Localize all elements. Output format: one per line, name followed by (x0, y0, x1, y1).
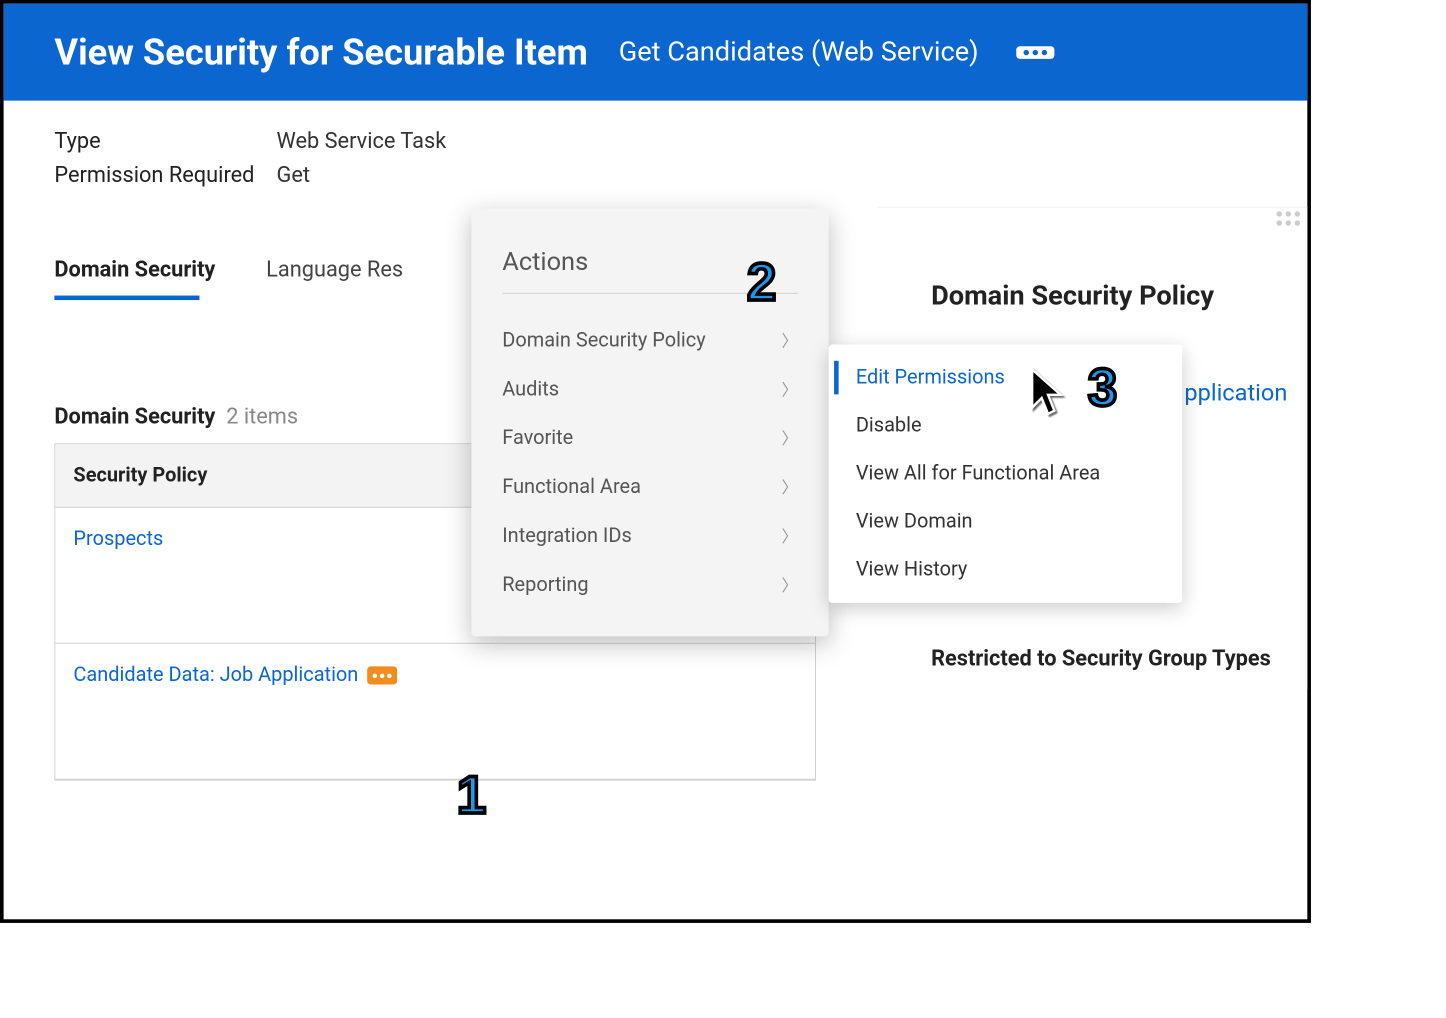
policy-link-candidate-data[interactable]: Candidate Data: Job Application (73, 664, 358, 687)
page-subtitle: Get Candidates (Web Service) (619, 36, 979, 68)
chevron-right-icon: 〉 (781, 377, 797, 401)
actions-popover: Actions Domain Security Policy 〉 Audits … (471, 209, 828, 637)
popover-title: Actions (502, 247, 798, 294)
header-actions-button[interactable] (1017, 46, 1055, 59)
popover-item-label: Functional Area (502, 476, 641, 499)
field-type-value: Web Service Task (277, 128, 447, 153)
submenu-item-view-domain[interactable]: View Domain (829, 498, 1183, 546)
popover-item-audits[interactable]: Audits 〉 (502, 364, 798, 413)
field-type: Type Web Service Task (54, 128, 1256, 153)
chevron-right-icon: 〉 (781, 524, 797, 548)
section-count: 2 items (226, 403, 298, 428)
chevron-right-icon: 〉 (781, 328, 797, 352)
field-permission-value: Get (277, 162, 310, 187)
popover-item-functional-area[interactable]: Functional Area 〉 (502, 462, 798, 511)
popover-item-label: Domain Security Policy (502, 329, 705, 352)
section-title: Domain Security (54, 403, 215, 428)
actions-submenu: Edit Permissions Disable View All for Fu… (829, 345, 1183, 603)
table-row: Candidate Data: Job Application (55, 644, 815, 780)
submenu-item-view-history[interactable]: View History (829, 546, 1183, 594)
chevron-right-icon: 〉 (781, 426, 797, 450)
chevron-right-icon: 〉 (781, 573, 797, 597)
drag-handle-icon[interactable] (1276, 211, 1300, 226)
popover-item-label: Integration IDs (502, 524, 631, 547)
popover-item-domain-security-policy[interactable]: Domain Security Policy 〉 (502, 315, 798, 364)
popover-item-reporting[interactable]: Reporting 〉 (502, 560, 798, 609)
popover-item-label: Favorite (502, 427, 573, 450)
field-permission-label: Permission Required (54, 162, 276, 187)
popover-item-label: Audits (502, 378, 559, 401)
tab-domain-security[interactable]: Domain Security (54, 251, 215, 295)
submenu-item-disable[interactable]: Disable (829, 402, 1183, 450)
chevron-right-icon: 〉 (781, 475, 797, 499)
page-title: View Security for Securable Item (54, 31, 587, 74)
submenu-item-edit-permissions[interactable]: Edit Permissions (829, 354, 1183, 402)
policy-link-prospects[interactable]: Prospects (73, 528, 163, 551)
field-type-label: Type (54, 128, 276, 153)
field-permission: Permission Required Get (54, 162, 1256, 187)
page-header: View Security for Securable Item Get Can… (4, 4, 1308, 101)
detail-restricted-label: Restricted to Security Group Types (931, 645, 1282, 670)
tab-language-res[interactable]: Language Res (266, 251, 403, 295)
popover-item-label: Reporting (502, 573, 588, 596)
popover-item-favorite[interactable]: Favorite 〉 (502, 413, 798, 462)
detail-link-fragment[interactable]: pplication (1184, 380, 1287, 407)
submenu-item-view-all-functional-area[interactable]: View All for Functional Area (829, 450, 1183, 498)
popover-item-integration-ids[interactable]: Integration IDs 〉 (502, 511, 798, 560)
row-actions-button[interactable] (367, 666, 397, 684)
detail-title: Domain Security Policy (931, 280, 1282, 312)
